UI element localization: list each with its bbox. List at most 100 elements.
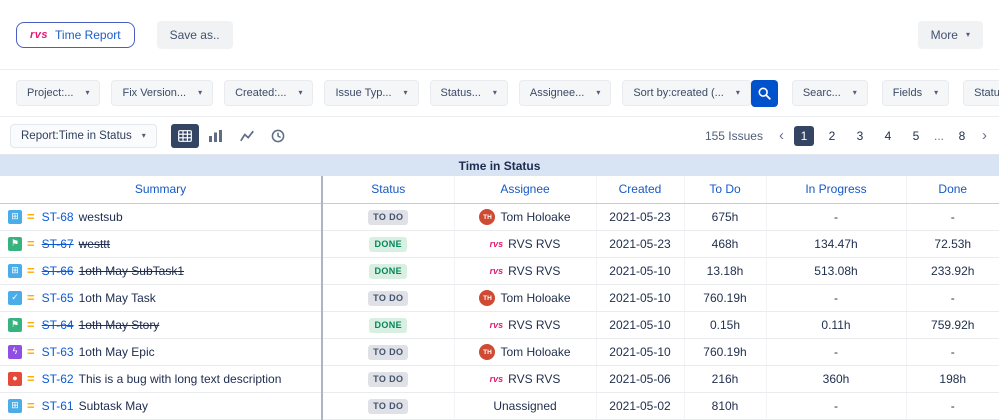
assignee: TH Tom Holoake <box>479 290 571 307</box>
done-hours-cell: - <box>906 203 999 231</box>
issue-key-link[interactable]: ST-61 <box>42 399 74 413</box>
story-icon: ⚑ <box>8 317 22 332</box>
column-header-in-progress[interactable]: In Progress <box>766 176 907 204</box>
assignee: TH Tom Holoake <box>479 344 571 361</box>
done-hours-cell: 233.92h <box>906 257 999 285</box>
time-report-button[interactable]: rvs Time Report <box>16 21 135 48</box>
todo-hours-cell: 760.19h <box>684 338 767 366</box>
filter-label: Created:... <box>235 87 287 99</box>
more-button[interactable]: More ▾ <box>917 20 983 49</box>
time-view-button[interactable] <box>264 124 292 148</box>
table-view-button[interactable] <box>170 123 199 148</box>
search-button[interactable] <box>750 79 778 107</box>
status-cell: TO DO <box>322 284 455 312</box>
summary-cell: ⊞ = ST-68 westsub <box>0 203 323 231</box>
summary-content: ⊞ = ST-68 westsub <box>0 209 320 224</box>
in-progress-hours-cell: 513.08h <box>766 257 907 285</box>
filter-issue-type[interactable]: Issue Typ... ▾ <box>324 80 419 106</box>
filter-statuses[interactable]: Statuses▾ <box>963 80 999 106</box>
issue-key-link[interactable]: ST-65 <box>42 291 74 305</box>
priority-medium-icon: = <box>27 371 35 386</box>
prev-page-button[interactable]: ‹ <box>777 128 786 143</box>
issue-summary: 1oth May Story <box>78 317 160 332</box>
in-progress-hours-cell: - <box>766 284 907 312</box>
summary-cell: ⊞ = ST-66 1oth May SubTask1 <box>0 257 323 285</box>
report-bar: Report:Time in Status ▾ 155 Issues ‹ 123… <box>0 117 999 154</box>
status-badge: TO DO <box>368 371 409 387</box>
in-progress-hours-cell: - <box>766 203 907 231</box>
assignee-name: RVS RVS <box>508 237 561 251</box>
issue-key-link[interactable]: ST-66 <box>42 264 74 278</box>
filter-project[interactable]: Project:... ▾ <box>16 80 101 106</box>
assignee-name: RVS RVS <box>508 318 561 332</box>
chevron-down-icon: ▾ <box>141 130 146 140</box>
rvs-avatar-icon: rvs <box>489 266 504 276</box>
created-cell: 2021-05-10 <box>596 338 685 366</box>
column-header-summary[interactable]: Summary <box>0 176 323 204</box>
todo-hours-cell: 216h <box>684 365 767 393</box>
issue-key-link[interactable]: ST-68 <box>42 210 74 224</box>
save-as-button[interactable]: Save as.. <box>156 20 233 49</box>
filter-created[interactable]: Created:... ▾ <box>224 80 314 106</box>
filter-sort-by[interactable]: Sort by:created (... ▾ <box>622 80 751 106</box>
filter-search-text[interactable]: Searc... ▾ <box>791 80 868 106</box>
summary-cell: ✓ = ST-65 1oth May Task <box>0 284 323 312</box>
table-row: ⊞ = ST-66 1oth May SubTask1 DONE rvs RVS RVS 20… <box>0 257 999 285</box>
issue-summary: This is a bug with long text description <box>78 371 282 386</box>
chevron-down-icon: ▾ <box>735 88 740 97</box>
assignee: TH Tom Holoake <box>479 209 571 226</box>
todo-hours-cell: 0.15h <box>684 311 767 339</box>
page-ellipsis: ... <box>933 128 944 143</box>
assignee-cell: rvs RVS RVS <box>454 365 597 393</box>
done-hours-cell: 759.92h <box>906 311 999 339</box>
issue-key-link[interactable]: ST-64 <box>42 318 74 332</box>
filter-fields[interactable]: Fields ▾ <box>881 80 950 106</box>
line-chart-view-button[interactable] <box>233 124 261 148</box>
page-button-1[interactable]: 1 <box>793 125 814 146</box>
table-row: ✓ = ST-65 1oth May Task TO DO TH Tom Holoake 20… <box>0 284 999 312</box>
filter-bar: Project:... ▾ Fix Version... ▾ Created:... ▾ I… <box>0 70 999 117</box>
subtask-icon: ⊞ <box>8 209 22 224</box>
assignee-cell: rvs RVS RVS <box>454 257 597 285</box>
created-cell: 2021-05-10 <box>596 284 685 312</box>
assignee: rvs RVS RVS <box>490 372 561 386</box>
page-button-3[interactable]: 3 <box>850 126 870 146</box>
column-header-to-do[interactable]: To Do <box>684 176 767 204</box>
page-button-2[interactable]: 2 <box>822 126 842 146</box>
view-toggle <box>170 123 292 148</box>
filter-assignee[interactable]: Assignee... ▾ <box>518 80 612 106</box>
report-selector[interactable]: Report:Time in Status ▾ <box>10 123 157 148</box>
issue-key-link[interactable]: ST-67 <box>42 237 74 251</box>
column-header-assignee[interactable]: Assignee <box>454 176 597 204</box>
avatar: TH <box>479 209 496 226</box>
bar-chart-view-button[interactable] <box>202 124 230 148</box>
priority-medium-icon: = <box>27 236 35 251</box>
subtask-icon: ⊞ <box>8 263 22 278</box>
issue-summary: westtt <box>78 236 110 251</box>
status-badge: DONE <box>369 236 408 252</box>
rvs-avatar-icon: rvs <box>489 374 504 384</box>
page-button-4[interactable]: 4 <box>878 126 898 146</box>
priority-medium-icon: = <box>27 398 35 413</box>
page-button-5[interactable]: 5 <box>906 126 926 146</box>
filter-fix-version[interactable]: Fix Version... ▾ <box>111 80 214 106</box>
column-header-status[interactable]: Status <box>322 176 455 204</box>
table-row: ⊞ = ST-68 westsub TO DO TH Tom Holoake 2021-05-… <box>0 203 999 231</box>
table-row: ⚑ = ST-64 1oth May Story DONE rvs RVS RVS 2021-… <box>0 311 999 339</box>
subtask-icon: ⊞ <box>8 398 22 413</box>
story-icon: ⚑ <box>8 236 22 251</box>
column-header-created[interactable]: Created <box>596 176 685 204</box>
priority-medium-icon: = <box>27 317 35 332</box>
filter-status[interactable]: Status... ▾ <box>429 80 508 106</box>
issue-key-link[interactable]: ST-63 <box>42 345 74 359</box>
page-button-8[interactable]: 8 <box>952 126 972 146</box>
assignee-name: RVS RVS <box>508 372 561 386</box>
status-badge: DONE <box>369 317 408 333</box>
bar-icon <box>209 129 223 142</box>
next-page-button[interactable]: › <box>980 128 989 143</box>
summary-content: ⊞ = ST-66 1oth May SubTask1 <box>0 263 320 278</box>
column-header-done[interactable]: Done <box>906 176 999 204</box>
status-cell: DONE <box>322 257 455 285</box>
issue-key-link[interactable]: ST-62 <box>42 372 74 386</box>
priority-medium-icon: = <box>27 209 35 224</box>
